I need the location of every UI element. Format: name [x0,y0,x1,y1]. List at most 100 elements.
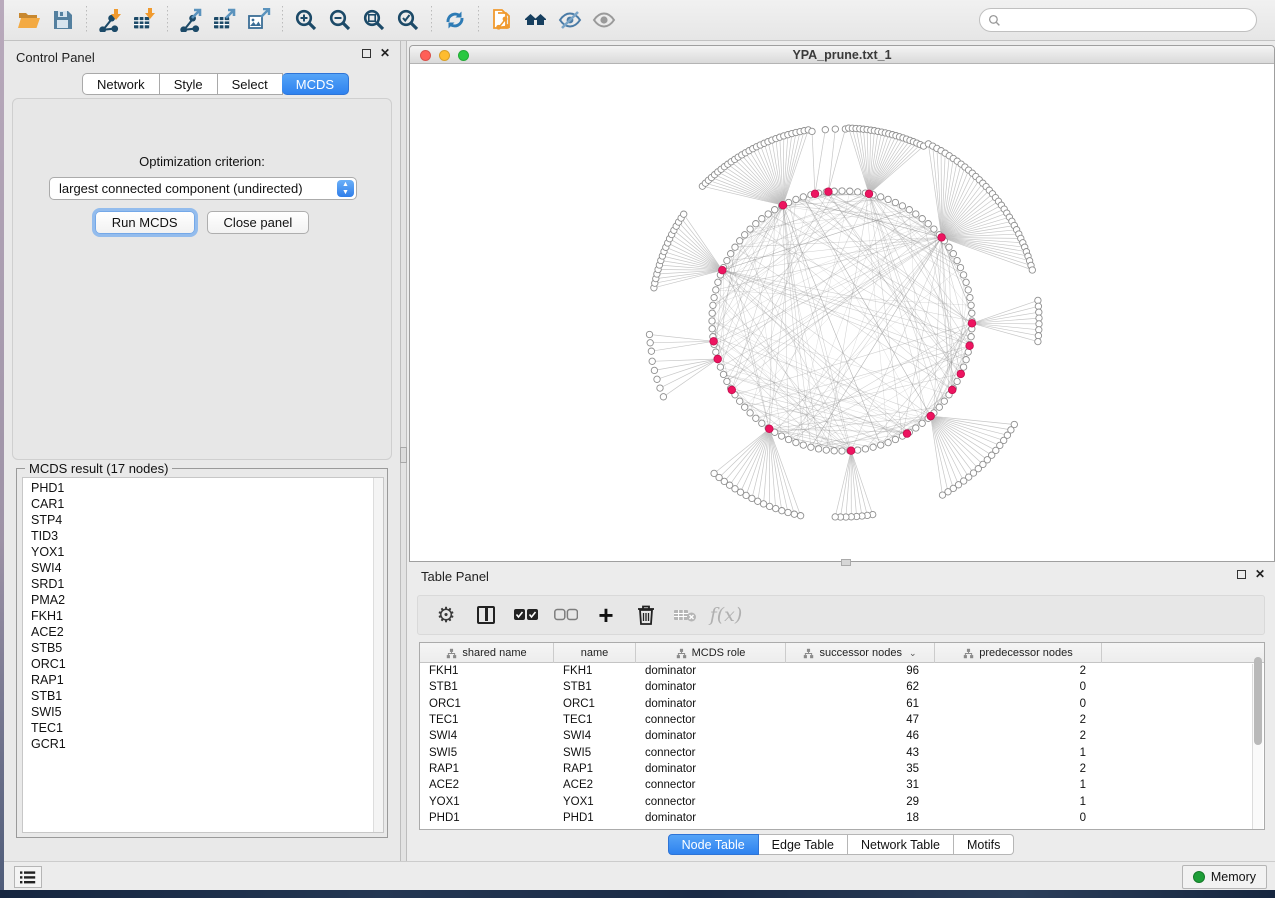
table-cell[interactable]: 1 [935,747,1102,759]
table-cell[interactable]: 2 [935,730,1102,742]
table-cell[interactable]: 96 [786,665,935,677]
table-cell[interactable]: 47 [786,714,935,726]
tab-select[interactable]: Select [218,73,283,95]
task-history-button[interactable] [14,866,42,888]
mcds-result-item[interactable]: SWI5 [31,704,383,720]
hide-selected-button[interactable] [553,4,587,36]
close-window-icon[interactable] [420,50,431,61]
table-cell[interactable]: 0 [935,681,1102,693]
minimize-window-icon[interactable] [439,50,450,61]
table-cell[interactable]: 29 [786,796,935,808]
mcds-result-item[interactable]: YOX1 [31,544,383,560]
table-cell[interactable]: FKH1 [420,665,554,677]
zoom-in-button[interactable] [289,4,323,36]
table-panel-grip[interactable] [841,559,851,566]
panel-splitter[interactable] [400,41,407,861]
column-header-shared-name[interactable]: shared name [420,643,554,663]
table-cell[interactable]: ACE2 [420,779,554,791]
table-cell[interactable]: 62 [786,681,935,693]
zoom-out-button[interactable] [323,4,357,36]
settings-gear-button[interactable]: ⚙ [432,601,460,629]
table-cell[interactable]: dominator [636,812,786,824]
deselect-all-button[interactable] [552,601,580,629]
table-row[interactable]: TEC1TEC1connector472 [420,712,1264,728]
mcds-result-list[interactable]: PHD1CAR1STP4TID3YOX1SWI4SRD1PMA2FKH1ACE2… [22,477,384,833]
search-box[interactable] [979,8,1257,32]
tab-style[interactable]: Style [160,73,218,95]
first-neighbors-button[interactable] [519,4,553,36]
table-cell[interactable]: dominator [636,763,786,775]
close-table-panel-icon[interactable]: ✕ [1255,570,1265,579]
mcds-result-item[interactable]: RAP1 [31,672,383,688]
table-cell[interactable]: 61 [786,698,935,710]
mcds-result-item[interactable]: GCR1 [31,736,383,752]
network-canvas[interactable] [410,64,1274,561]
table-cell[interactable]: PHD1 [554,812,636,824]
mcds-result-item[interactable]: SRD1 [31,576,383,592]
mcds-list-scrollbar[interactable] [373,478,383,832]
table-cell[interactable]: STB1 [420,681,554,693]
memory-button[interactable]: Memory [1182,865,1267,889]
table-cell[interactable]: 18 [786,812,935,824]
column-header-MCDS-role[interactable]: MCDS role [636,643,786,663]
table-cell[interactable]: SWI5 [554,747,636,759]
import-network-button[interactable] [93,4,127,36]
network-window-titlebar[interactable]: YPA_prune.txt_1 [410,46,1274,64]
run-mcds-button[interactable]: Run MCDS [95,211,195,234]
table-cell[interactable]: 31 [786,779,935,791]
open-session-button[interactable] [12,4,46,36]
tab-node-table[interactable]: Node Table [668,834,759,855]
table-cell[interactable]: dominator [636,698,786,710]
column-header-successor-nodes[interactable]: successor nodes⌄ [786,643,935,663]
tab-edge-table[interactable]: Edge Table [759,834,848,855]
mcds-result-item[interactable]: PHD1 [31,480,383,496]
maximize-window-icon[interactable] [458,50,469,61]
refresh-layout-button[interactable] [438,4,472,36]
mcds-result-item[interactable]: FKH1 [31,608,383,624]
table-cell[interactable]: connector [636,779,786,791]
delete-row-button[interactable] [632,601,660,629]
table-cell[interactable]: YOX1 [420,796,554,808]
table-cell[interactable]: 1 [935,796,1102,808]
mcds-result-item[interactable]: STP4 [31,512,383,528]
table-cell[interactable]: 35 [786,763,935,775]
table-cell[interactable]: 1 [935,779,1102,791]
table-cell[interactable]: PHD1 [420,812,554,824]
table-cell[interactable]: 46 [786,730,935,742]
table-cell[interactable]: 0 [935,698,1102,710]
float-table-panel-icon[interactable] [1237,570,1246,579]
zoom-selected-button[interactable] [391,4,425,36]
mcds-result-item[interactable]: ACE2 [31,624,383,640]
table-header-row[interactable]: shared namenameMCDS rolesuccessor nodes⌄… [420,643,1264,663]
table-cell[interactable]: SWI5 [420,747,554,759]
mcds-result-item[interactable]: CAR1 [31,496,383,512]
mcds-result-item[interactable]: ORC1 [31,656,383,672]
table-row[interactable]: ORC1ORC1dominator610 [420,696,1264,712]
mcds-result-item[interactable]: PMA2 [31,592,383,608]
table-cell[interactable]: TEC1 [420,714,554,726]
table-row[interactable]: YOX1YOX1connector291 [420,793,1264,809]
table-cell[interactable]: 2 [935,665,1102,677]
search-input[interactable] [1006,13,1236,27]
export-network-button[interactable] [174,4,208,36]
table-cell[interactable]: SWI4 [420,730,554,742]
node-table[interactable]: shared namenameMCDS rolesuccessor nodes⌄… [419,642,1265,830]
table-cell[interactable]: dominator [636,681,786,693]
table-cell[interactable]: 43 [786,747,935,759]
select-all-button[interactable] [512,601,540,629]
table-cell[interactable]: 0 [935,812,1102,824]
show-all-button[interactable] [587,4,621,36]
table-cell[interactable]: YOX1 [554,796,636,808]
splitter-handle[interactable] [400,447,407,463]
add-row-button[interactable]: + [592,601,620,629]
table-row[interactable]: RAP1RAP1dominator352 [420,761,1264,777]
table-cell[interactable]: RAP1 [554,763,636,775]
mcds-result-item[interactable]: SWI4 [31,560,383,576]
column-header-predecessor-nodes[interactable]: predecessor nodes [935,643,1102,663]
table-cell[interactable]: connector [636,714,786,726]
tab-mcds[interactable]: MCDS [282,73,349,95]
table-row[interactable]: PHD1PHD1dominator180 [420,810,1264,826]
table-cell[interactable]: 2 [935,714,1102,726]
table-cell[interactable]: SWI4 [554,730,636,742]
export-image-button[interactable] [242,4,276,36]
